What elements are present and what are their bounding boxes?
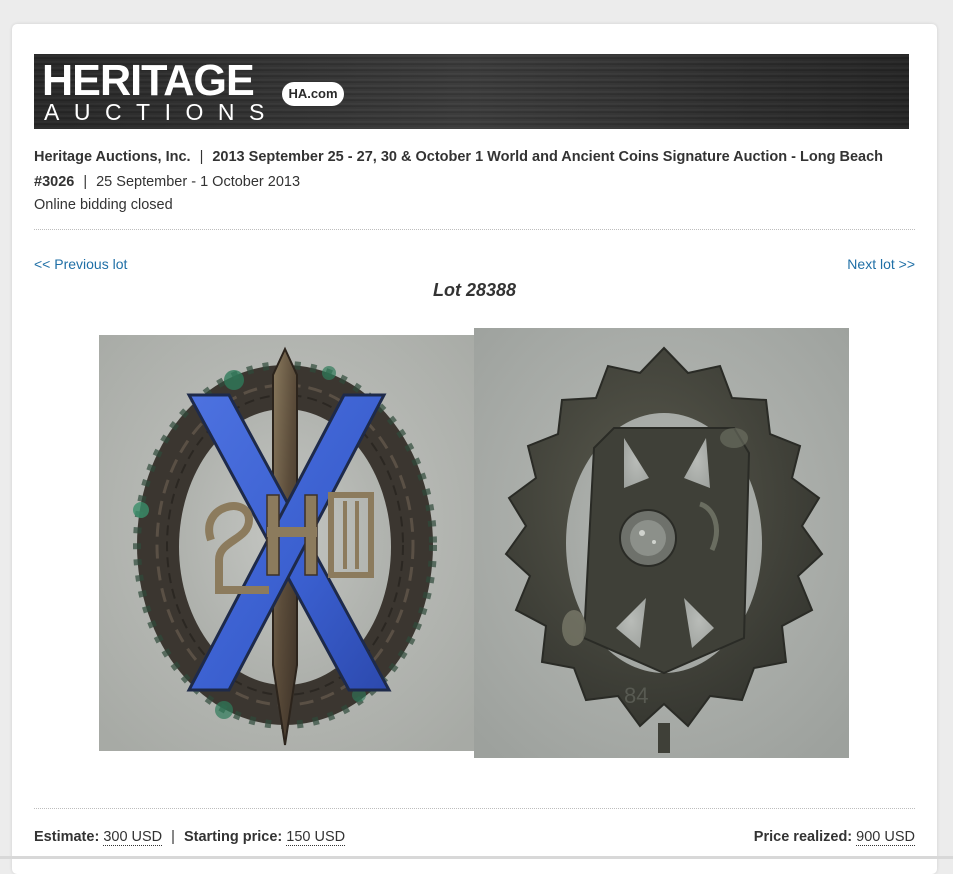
logo-heritage: HERITAGE [42,56,255,105]
logo-auctions: AUCTIONS [44,99,279,125]
lot-image-reverse[interactable]: 84 [474,328,849,758]
divider [34,808,915,809]
logo-badge: HA.com [282,82,344,106]
bidding-status: Online bidding closed [34,197,173,213]
previous-lot-link[interactable]: << Previous lot [34,256,127,272]
auction-title: 2013 September 25 - 27, 30 & October 1 W… [212,149,883,165]
auction-house: Heritage Auctions, Inc. [34,149,191,165]
lot-image-obverse[interactable] [99,335,474,751]
starting-price-value[interactable]: 150 USD [286,829,346,846]
header-banner[interactable]: HERITAGE AUCTIONS HA.com [34,54,909,129]
badge-obverse-illustration [99,335,474,751]
lot-page-card: HERITAGE AUCTIONS HA.com Heritage Auctio… [12,24,937,874]
lot-title: Lot 28388 [432,280,517,300]
separator: | [83,174,88,190]
estimate-value[interactable]: 300 USD [103,829,163,846]
auction-number: #3026 [34,174,75,190]
pricing-row: Estimate: 300 USD | Starting price: 150 US… [34,827,915,847]
next-lot-link[interactable]: Next lot >> [847,256,915,272]
estimate-label: Estimate: [34,829,100,845]
badge-reverse-illustration: 84 [474,328,849,758]
separator: | [199,149,204,165]
reverse-stamp: 84 [624,683,648,708]
price-realized-value[interactable]: 900 USD [856,829,915,846]
price-realized: Price realized: 900 USD [754,827,915,847]
auction-dates: 25 September - 1 October 2013 [96,174,301,190]
auction-info: Heritage Auctions, Inc. | 2013 September 2… [34,145,924,195]
price-realized-label: Price realized: [753,829,853,845]
divider [34,229,915,230]
starting-price-label: Starting price: [183,829,283,845]
separator: | [171,829,175,845]
